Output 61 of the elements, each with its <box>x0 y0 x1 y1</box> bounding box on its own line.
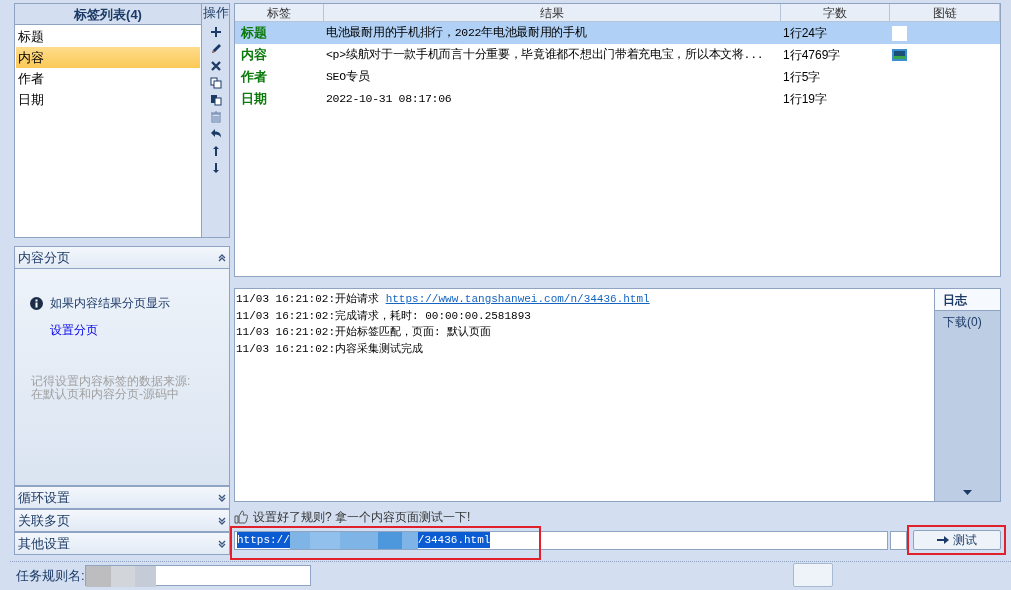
table-row[interactable]: 日期 2022-10-31 08:17:06 1行19字 <box>235 88 1000 110</box>
settings-link[interactable]: 设置分页 <box>50 321 98 339</box>
table-row[interactable]: 内容 <p>续航对于一款手机而言十分重要，毕竟谁都不想出门带着充电宝，所以本文将... 1行4769字 <box>235 44 1000 66</box>
table-cell-text: 标题 <box>240 24 268 43</box>
table-cell-text: 作者 <box>239 68 268 87</box>
list-item[interactable]: 标题 <box>16 26 200 47</box>
table-cell-text: 日期 <box>240 90 268 109</box>
log-line: 11/03 16:21:02:完成请求，耗时: 00:00:00.2581893 <box>236 308 532 324</box>
thumbs-up-icon <box>234 510 248 524</box>
add-icon[interactable] <box>209 26 222 38</box>
log-link[interactable]: https://www.tangshanwei.com/n/34436.html <box>385 293 650 305</box>
table-cell-text: 1行5字 <box>782 69 822 86</box>
table-cell-text: 1行4769字 <box>782 47 842 64</box>
field-label: 任务规则名: <box>16 566 85 585</box>
test-button[interactable]: 测试 <box>913 530 1001 550</box>
list-item[interactable]: 作者 <box>16 68 200 89</box>
log-line: 11/03 16:21:02:开始标签匹配，页面: 默认页面 <box>236 325 493 340</box>
hint-text: 设置好了规则? 拿一个内容页面测试一下! <box>253 509 471 526</box>
table-cell-text: 电池最耐用的手机排行，2022年电池最耐用的手机 <box>325 25 588 42</box>
section-header[interactable]: 关联多页 <box>14 509 230 532</box>
list-item[interactable]: 内容 <box>16 47 200 68</box>
dropdown-box[interactable] <box>890 530 907 550</box>
log-tab[interactable]: 日志 <box>935 289 1000 311</box>
list-item[interactable]: 日期 <box>16 89 200 110</box>
table-row[interactable]: 作者 SEO专员 1行5字 <box>235 66 1000 88</box>
info-icon <box>30 296 43 310</box>
paste-icon[interactable] <box>209 94 222 106</box>
blank-image-icon <box>892 25 907 41</box>
column-header[interactable]: 图链 <box>890 4 1000 21</box>
log-tab[interactable]: 下载(0) <box>935 311 1000 333</box>
operations-header: 操作 <box>202 4 229 22</box>
table-cell-text: 1行19字 <box>782 91 829 108</box>
rule-name-field[interactable] <box>84 565 311 586</box>
section-header[interactable]: 循环设置 <box>14 486 230 509</box>
column-header[interactable]: 结果 <box>324 4 781 21</box>
log-line: 11/03 16:21:02:内容采集测试完成 <box>236 341 425 357</box>
info-text: 如果内容结果分页显示 <box>50 295 170 312</box>
url-text: /34436.html <box>417 531 491 549</box>
pencil-icon[interactable] <box>209 43 222 55</box>
note-text: 记得设置内容标签的数据来源: 在默认页和内容分页-源码中 <box>31 375 192 401</box>
table-cell-text: 1行24字 <box>782 25 829 42</box>
log-line: 11/03 16:21:02:开始请求 https://www.tangshanwei.com/n/34436.html <box>236 292 651 307</box>
table-cell-text: 内容 <box>240 46 268 65</box>
url-text: https:// <box>237 531 290 549</box>
column-header[interactable]: 字数 <box>781 4 890 21</box>
section-header[interactable]: 其他设置 <box>14 532 230 555</box>
scroll-down-icon[interactable] <box>963 490 972 495</box>
section-header[interactable]: 内容分页 <box>14 246 230 269</box>
image-icon <box>892 49 907 61</box>
undo-icon[interactable] <box>209 128 222 140</box>
table-row[interactable]: 标题 电池最耐用的手机排行，2022年电池最耐用的手机 1行24字 <box>235 22 1000 44</box>
copy-icon[interactable] <box>209 77 222 89</box>
column-header[interactable]: 标签 <box>235 4 324 21</box>
table-cell-text: SEO专员 <box>325 69 371 86</box>
list-header: 标签列表(4) <box>15 4 201 25</box>
table-cell-text: 2022-10-31 08:17:06 <box>325 91 453 108</box>
url-field[interactable]: https:// /34436.html <box>234 530 888 550</box>
table-cell-text: <p>续航对于一款手机而言十分重要，毕竟谁都不想出门带着充电宝，所以本文将... <box>325 47 765 64</box>
redaction <box>85 566 156 587</box>
close-icon[interactable] <box>209 60 222 72</box>
arrow-icon <box>937 535 949 545</box>
